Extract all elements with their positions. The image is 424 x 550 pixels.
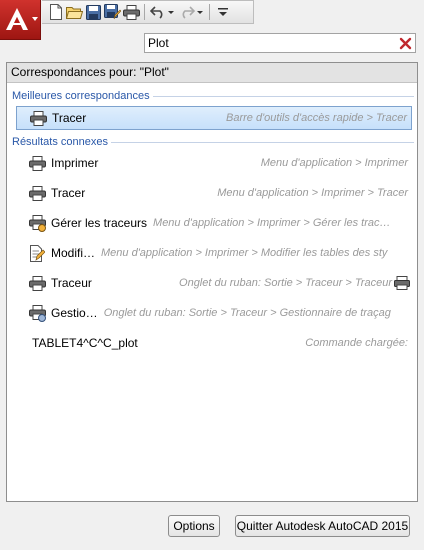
chevron-down-icon — [32, 17, 38, 21]
divider — [152, 95, 414, 97]
search-results-panel: Correspondances pour: "Plot" Meilleures … — [6, 62, 418, 502]
result-name: Gérer les traceurs — [51, 216, 148, 230]
toolbar-separator — [144, 4, 145, 20]
open-folder-icon[interactable] — [65, 2, 84, 22]
printer-icon — [29, 109, 47, 127]
result-item[interactable]: Gestio… Onglet du ruban: Sortie > Traceu… — [16, 301, 412, 325]
undo-dropdown-icon[interactable] — [168, 10, 174, 14]
result-item[interactable]: Tracer Barre d'outils d'accès rapide > T… — [16, 106, 412, 130]
result-path: Menu d'application > Imprimer > Tracer — [217, 187, 408, 199]
result-item[interactable]: Imprimer Menu d'application > Imprimer — [16, 151, 412, 175]
result-name: TABLET4^C^C_plot — [32, 336, 138, 350]
plotter-manager-icon — [28, 304, 46, 322]
plotter-manager-icon — [28, 214, 46, 232]
result-item[interactable]: Modifi… Menu d'application > Imprimer > … — [16, 241, 412, 265]
search-box — [144, 33, 416, 53]
search-input[interactable] — [148, 35, 398, 51]
undo-icon[interactable] — [148, 2, 167, 22]
result-item[interactable]: Tracer Menu d'application > Imprimer > T… — [16, 181, 412, 205]
result-name: Tracer — [51, 186, 86, 200]
printer-icon — [28, 184, 46, 202]
application-menu-button[interactable] — [0, 0, 41, 40]
redo-dropdown-icon[interactable] — [197, 10, 203, 14]
result-name: Tracer — [52, 111, 87, 125]
group-label: Résultats connexes — [12, 136, 108, 148]
quick-access-toolbar — [42, 0, 254, 24]
result-item[interactable]: TABLET4^C^C_plot Commande chargée: — [16, 331, 412, 355]
group-related-results: Résultats connexes — [12, 136, 414, 148]
result-path: Menu d'application > Imprimer — [260, 157, 408, 169]
edit-plot-style-icon — [28, 244, 46, 262]
divider — [111, 141, 414, 143]
result-name: Gestio… — [51, 306, 98, 320]
result-name: Traceur — [51, 276, 92, 290]
result-path: Menu d'application > Imprimer > Modifier… — [101, 247, 388, 259]
results-header: Correspondances pour: "Plot" — [7, 63, 417, 83]
result-item[interactable]: Gérer les traceurs Menu d'application > … — [16, 211, 412, 235]
plot-printer-icon[interactable] — [122, 2, 141, 22]
new-file-icon[interactable] — [46, 2, 65, 22]
redo-icon[interactable] — [177, 2, 196, 22]
result-item[interactable]: Traceur Onglet du ruban: Sortie > Traceu… — [16, 271, 412, 295]
result-path: Onglet du ruban: Sortie > Traceur > Trac… — [179, 277, 392, 289]
save-as-icon[interactable] — [103, 2, 122, 22]
toolbar-separator — [209, 4, 210, 20]
result-path: Commande chargée: — [305, 337, 408, 349]
printer-icon — [28, 274, 46, 292]
result-name: Imprimer — [51, 156, 99, 170]
ribbon-printer-icon — [394, 276, 410, 290]
group-best-matches: Meilleures correspondances — [12, 90, 414, 102]
quit-autocad-button[interactable]: Quitter Autodesk AutoCAD 2015 — [235, 515, 410, 537]
result-path: Barre d'outils d'accès rapide > Tracer — [226, 112, 407, 124]
printer-icon — [28, 154, 46, 172]
save-icon[interactable] — [84, 2, 103, 22]
clear-x-icon[interactable] — [399, 37, 412, 50]
result-path: Onglet du ruban: Sortie > Traceur > Gest… — [103, 307, 391, 319]
autocad-logo-icon — [6, 8, 28, 30]
result-name: Modifi… — [51, 246, 96, 260]
group-label: Meilleures correspondances — [12, 90, 150, 102]
options-button[interactable]: Options — [168, 515, 220, 537]
customize-menu-icon[interactable] — [213, 2, 232, 22]
result-path: Menu d'application > Imprimer > Gérer le… — [153, 217, 391, 229]
